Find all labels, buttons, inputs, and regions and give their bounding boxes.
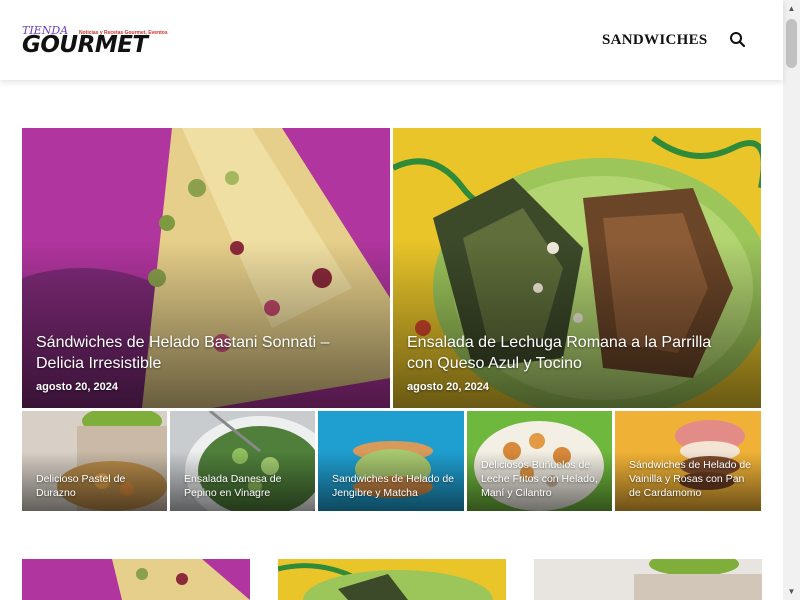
thumb-image-pastel-durazno <box>534 559 762 600</box>
search-icon[interactable] <box>728 30 748 50</box>
post-title[interactable]: Ensalada Danesa de Pepino en Vinagre <box>184 472 308 500</box>
scroll-down-arrow-icon[interactable]: ▼ <box>783 583 800 600</box>
post-thumbnail[interactable] <box>534 559 762 600</box>
thumb-image-bastani <box>22 559 250 600</box>
featured-post-title[interactable]: Sándwiches de Helado Bastani Sonnati – D… <box>36 332 356 374</box>
scroll-up-arrow-icon[interactable]: ▲ <box>783 0 800 17</box>
post-card[interactable]: Deliciosos Buñuelos de Leche Fritos con … <box>467 411 612 511</box>
post-title[interactable]: Delicioso Pastel de Durazno <box>36 472 160 500</box>
post-card[interactable]: Sándwiches de Helado de Vainilla y Rosas… <box>615 411 761 511</box>
logo-tagline: Noticias y Recetas Gourmet, Eventos <box>79 30 168 36</box>
post-thumbnail[interactable] <box>22 559 250 600</box>
featured-post-title[interactable]: Ensalada de Lechuga Romana a la Parrilla… <box>407 332 727 374</box>
featured-post-card[interactable]: Sándwiches de Helado Bastani Sonnati – D… <box>22 128 390 408</box>
post-card[interactable]: Delicioso Pastel de Durazno <box>22 411 167 511</box>
scroll-thumb[interactable] <box>786 19 797 68</box>
featured-post-card[interactable]: Ensalada de Lechuga Romana a la Parrilla… <box>393 128 761 408</box>
thumb-image-ensalada-romana <box>278 559 506 600</box>
featured-post-date: agosto 20, 2024 <box>36 381 118 393</box>
site-logo[interactable]: TIENDA GOURMET Noticias y Recetas Gourme… <box>22 24 168 58</box>
featured-post-date: agosto 20, 2024 <box>407 381 489 393</box>
post-card[interactable]: Sandwiches de Helado de Jengibre y Match… <box>318 411 464 511</box>
nav-item-sandwiches[interactable]: SANDWICHES <box>602 32 708 49</box>
post-title[interactable]: Deliciosos Buñuelos de Leche Fritos con … <box>481 458 605 500</box>
post-card[interactable]: Ensalada Danesa de Pepino en Vinagre <box>170 411 315 511</box>
site-header: TIENDA GOURMET Noticias y Recetas Gourme… <box>0 0 783 80</box>
post-thumbnail[interactable] <box>278 559 506 600</box>
post-title[interactable]: Sandwiches de Helado de Jengibre y Match… <box>332 472 456 500</box>
page-scrollbar[interactable]: ▲ ▼ <box>783 0 800 600</box>
post-title[interactable]: Sándwiches de Helado de Vainilla y Rosas… <box>629 458 753 500</box>
